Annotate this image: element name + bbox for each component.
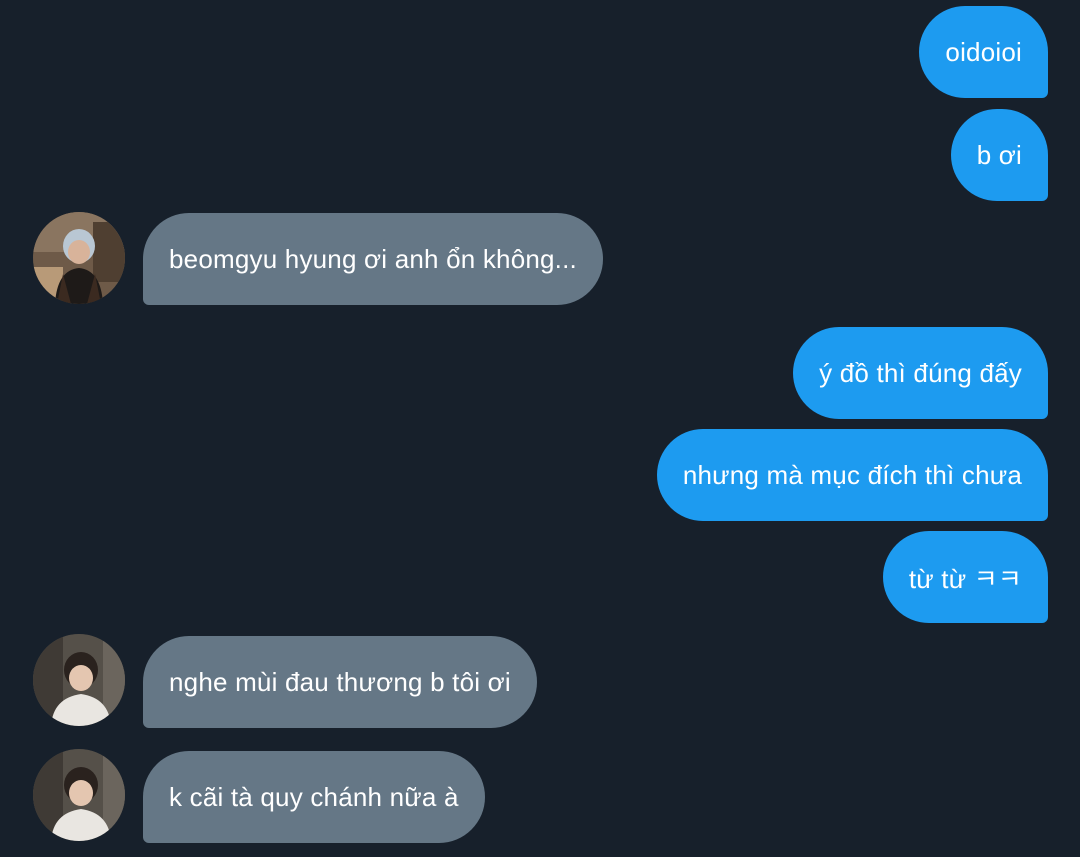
message-bubble-sent[interactable]: b ơi [950,109,1048,201]
message-bubble-received[interactable]: nghe mùi đau thương b tôi ơi [143,636,537,728]
avatar-photo-icon [33,212,125,304]
message-bubble-sent[interactable]: nhưng mà mục đích thì chưa [656,429,1048,521]
message-text: từ từ ㅋㅋ [908,563,1022,594]
message-text: oidoioi [945,36,1022,67]
avatar-photo-icon [33,634,125,726]
message-text: beomgyu hyung ơi anh ổn không... [169,243,577,274]
message-text: k cãi tà quy chánh nữa à [169,781,459,812]
avatar-photo-icon [33,749,125,841]
message-bubble-received[interactable]: k cãi tà quy chánh nữa à [143,751,485,843]
message-bubble-sent[interactable]: ý đồ thì đúng đấy [793,327,1048,419]
message-text: nhưng mà mục đích thì chưa [682,459,1022,490]
avatar[interactable] [33,749,125,841]
message-bubble-sent[interactable]: từ từ ㅋㅋ [882,531,1048,623]
avatar[interactable] [33,212,125,304]
message-text: b ơi [976,139,1022,170]
message-text: ý đồ thì đúng đấy [819,357,1022,388]
message-bubble-received[interactable]: beomgyu hyung ơi anh ổn không... [143,213,603,305]
message-text: nghe mùi đau thương b tôi ơi [169,666,511,697]
avatar[interactable] [33,634,125,726]
message-bubble-sent[interactable]: oidoioi [919,6,1048,98]
